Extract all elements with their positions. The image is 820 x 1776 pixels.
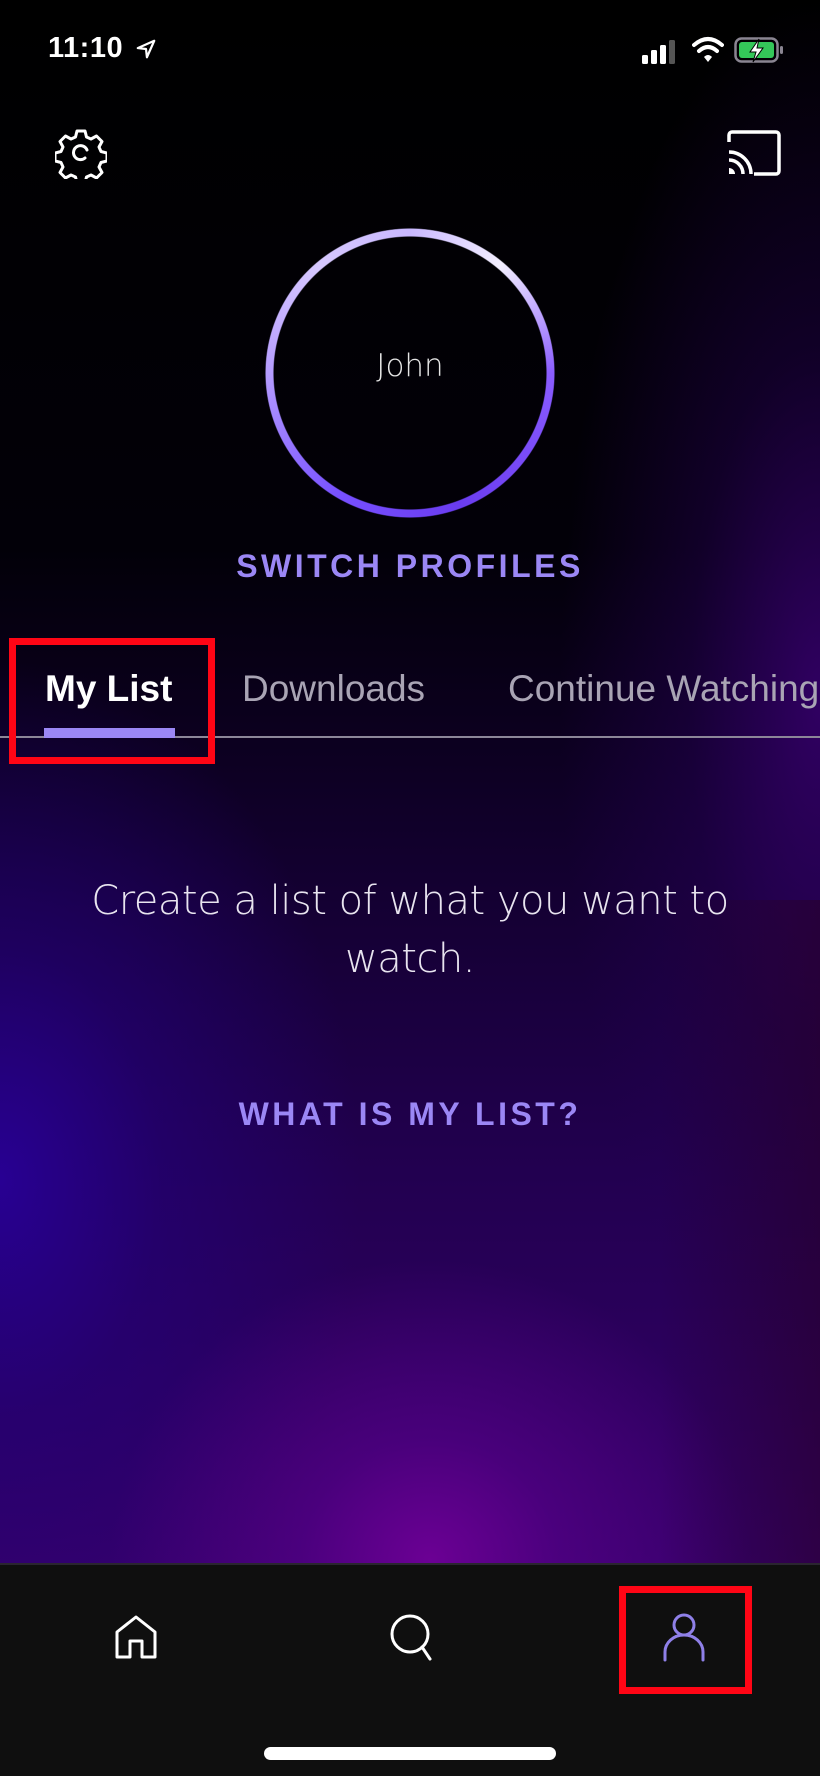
status-bar: 11:10 xyxy=(0,0,820,100)
battery-charging-icon xyxy=(734,37,783,63)
profile-avatar[interactable]: John xyxy=(265,228,555,518)
cast-icon xyxy=(727,130,781,176)
profile-name: John xyxy=(376,348,444,384)
status-time: 11:10 xyxy=(48,32,124,64)
nav-profile-button[interactable] xyxy=(662,1612,706,1662)
tab-my-list[interactable]: My List xyxy=(45,668,172,710)
cast-button[interactable] xyxy=(725,128,783,178)
settings-button[interactable] xyxy=(55,127,107,179)
nav-home-button[interactable] xyxy=(114,1615,158,1659)
tab-downloads[interactable]: Downloads xyxy=(242,668,425,710)
nav-search-button[interactable] xyxy=(388,1612,436,1664)
gear-icon xyxy=(55,129,107,179)
switch-profiles-button[interactable]: SWITCH PROFILES xyxy=(0,548,820,585)
search-icon xyxy=(390,1614,432,1661)
profile-icon xyxy=(663,1613,705,1662)
bottom-navigation-bar xyxy=(0,1563,820,1776)
cellular-signal-icon xyxy=(642,40,675,64)
what-is-my-list-link[interactable]: WHAT IS MY LIST? xyxy=(0,1096,820,1133)
location-arrow-icon xyxy=(136,39,156,59)
tab-continue-watching[interactable]: Continue Watching xyxy=(508,668,819,710)
home-icon xyxy=(115,1615,157,1659)
active-tab-indicator xyxy=(44,728,175,738)
home-indicator[interactable] xyxy=(264,1747,556,1760)
empty-state-message: Create a list of what you want to watch. xyxy=(91,878,729,982)
wifi-icon xyxy=(692,37,724,62)
